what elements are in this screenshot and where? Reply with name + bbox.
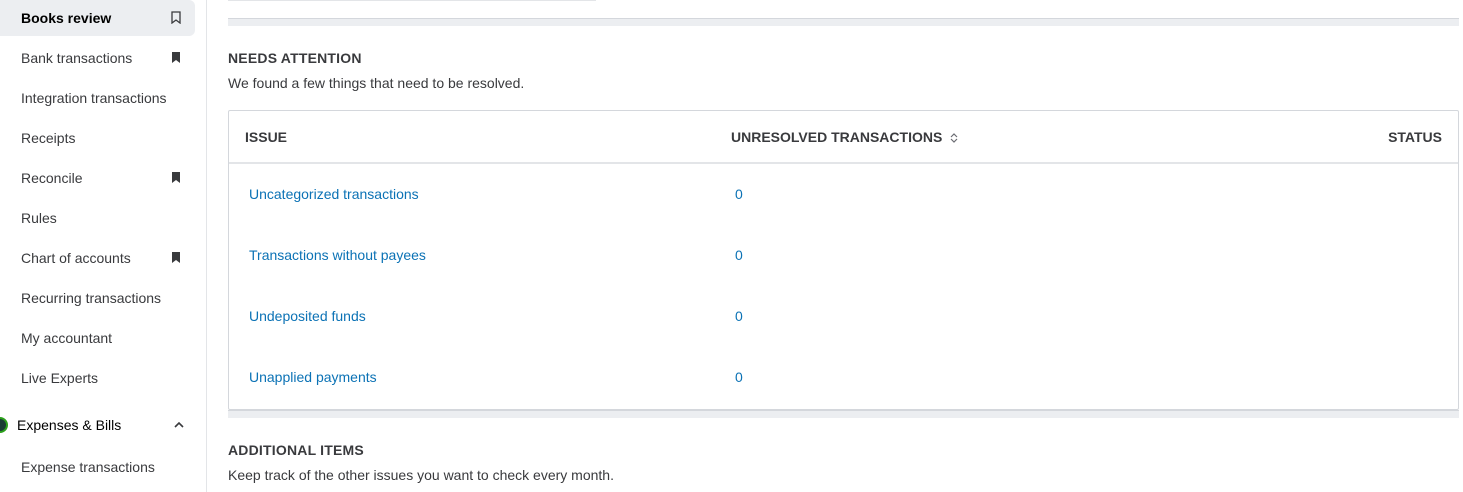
additional-items-title: ADDITIONAL ITEMS xyxy=(228,442,364,458)
table-header: ISSUE UNRESOLVED TRANSACTIONS STATUS xyxy=(229,111,1458,164)
bookmark-outline-icon[interactable] xyxy=(171,11,181,24)
column-header-status: STATUS xyxy=(1388,129,1442,145)
issue-link[interactable]: Unapplied payments xyxy=(249,369,377,385)
unresolved-count-link[interactable]: 0 xyxy=(735,369,743,385)
sidebar-item-live-experts[interactable]: Live Experts xyxy=(0,360,195,396)
column-header-label: UNRESOLVED TRANSACTIONS xyxy=(731,129,943,145)
sidebar-item-rules[interactable]: Rules xyxy=(0,200,195,236)
top-card-edge xyxy=(228,0,596,1)
bookmark-filled-icon[interactable] xyxy=(171,251,181,264)
expenses-icon xyxy=(0,417,8,433)
column-header-issue: ISSUE xyxy=(245,129,288,145)
issue-link[interactable]: Undeposited funds xyxy=(249,308,366,324)
sidebar-item-label: Chart of accounts xyxy=(21,250,131,266)
section-divider xyxy=(228,410,1459,418)
column-header-unresolved[interactable]: UNRESOLVED TRANSACTIONS xyxy=(731,129,958,145)
section-divider xyxy=(228,18,1459,26)
sidebar-section-expenses-bills[interactable]: Expenses & Bills xyxy=(0,407,195,443)
needs-attention-title: NEEDS ATTENTION xyxy=(228,50,362,66)
needs-attention-subtitle: We found a few things that need to be re… xyxy=(228,75,525,91)
sidebar-item-my-accountant[interactable]: My accountant xyxy=(0,320,195,356)
sidebar-item-label: Reconcile xyxy=(21,170,83,186)
table-row: Undeposited funds 0 xyxy=(229,286,1458,347)
bookmark-filled-icon[interactable] xyxy=(171,51,181,64)
sidebar-item-label: Rules xyxy=(21,210,57,226)
sidebar-item-label: Integration transactions xyxy=(21,90,167,106)
sidebar-item-label: Bank transactions xyxy=(21,50,133,66)
issue-link[interactable]: Uncategorized transactions xyxy=(249,186,419,202)
unresolved-count-link[interactable]: 0 xyxy=(735,308,743,324)
sidebar-item-label: Books review xyxy=(21,10,112,26)
sidebar-section-label: Expenses & Bills xyxy=(17,417,122,433)
sidebar-item-chart-of-accounts[interactable]: Chart of accounts xyxy=(0,240,195,276)
sidebar-item-label: Receipts xyxy=(21,130,76,146)
table-row: Uncategorized transactions 0 xyxy=(229,164,1458,225)
sidebar-item-integration-transactions[interactable]: Integration transactions xyxy=(0,80,195,116)
unresolved-count-link[interactable]: 0 xyxy=(735,247,743,263)
sidebar-item-books-review[interactable]: Books review xyxy=(0,0,195,36)
issue-link[interactable]: Transactions without payees xyxy=(249,247,426,263)
unresolved-count-link[interactable]: 0 xyxy=(735,186,743,202)
sidebar-item-label: Recurring transactions xyxy=(21,290,162,306)
additional-items-subtitle: Keep track of the other issues you want … xyxy=(228,467,614,483)
sidebar-item-reconcile[interactable]: Reconcile xyxy=(0,160,195,196)
sort-icon[interactable] xyxy=(950,132,958,144)
sidebar: Books review Bank transactions Integrati… xyxy=(0,0,207,492)
sidebar-item-recurring-transactions[interactable]: Recurring transactions xyxy=(0,280,195,316)
chevron-up-icon[interactable] xyxy=(173,419,185,431)
sidebar-item-label: My accountant xyxy=(21,330,113,346)
sidebar-item-bank-transactions[interactable]: Bank transactions xyxy=(0,40,195,76)
bookmark-filled-icon[interactable] xyxy=(171,171,181,184)
table-row: Unapplied payments 0 xyxy=(229,347,1458,408)
sidebar-item-receipts[interactable]: Receipts xyxy=(0,120,195,156)
table-row: Transactions without payees 0 xyxy=(229,225,1458,286)
sidebar-item-expense-transactions[interactable]: Expense transactions xyxy=(0,449,195,485)
needs-attention-table: ISSUE UNRESOLVED TRANSACTIONS STATUS Unc… xyxy=(228,110,1459,410)
sidebar-item-label: Live Experts xyxy=(21,370,99,386)
sidebar-item-label: Expense transactions xyxy=(21,459,155,475)
